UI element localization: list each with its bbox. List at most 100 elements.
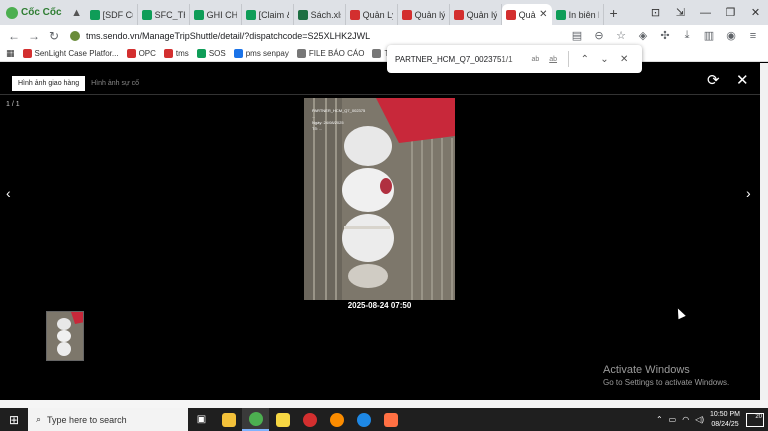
bookmark-item[interactable]: SenLight Case Platfor...: [22, 49, 119, 58]
bookmark-item[interactable]: FILE BÁO CÁO: [296, 49, 365, 58]
coccoc-taskbar-icon[interactable]: [242, 408, 269, 431]
thumbnail[interactable]: [46, 311, 84, 361]
close-window-button[interactable]: ✕: [743, 6, 768, 19]
browser-tab[interactable]: In biên b: [552, 4, 604, 25]
browser-logo-text: Cốc Cốc: [21, 7, 62, 18]
whole-word-button[interactable]: ab: [544, 56, 562, 63]
bookmark-label: FILE BÁO CÁO: [308, 49, 365, 58]
extensions-icon[interactable]: ✣: [656, 29, 674, 42]
bookmark-item[interactable]: SOS: [196, 49, 226, 58]
browser-tab[interactable]: SFC_THE: [138, 4, 190, 25]
tab-label: In biên b: [568, 9, 599, 20]
bookmarks-list: SenLight Case Platfor... OPC tms SOS pms sen…: [22, 49, 448, 58]
toolbar-actions: ▤ ⊖ ☆ ◈ ✣ ⤓ ▥ ◉ ≡: [568, 29, 768, 42]
browser-tab[interactable]: [SDF Cu: [86, 4, 138, 25]
bookmark-favicon-icon: [296, 49, 306, 58]
viewer-close-icon[interactable]: ✕: [736, 71, 749, 89]
tab-favicon-icon: [141, 9, 152, 20]
bookmark-item[interactable]: pms senpay: [233, 49, 289, 58]
notification-count: 20: [755, 413, 762, 420]
find-input[interactable]: PARTNER_HCM_Q7_002375: [395, 55, 501, 64]
taskbar-search[interactable]: ⌕ Type here to search: [28, 408, 188, 431]
app-fire-icon[interactable]: [377, 408, 404, 431]
app-orange-icon[interactable]: [323, 408, 350, 431]
tray-chevron-icon[interactable]: ⌃: [656, 415, 663, 424]
tab-favicon-icon: [193, 9, 204, 20]
browser-tab[interactable]: GHI CHI: [190, 4, 242, 25]
notification-icon[interactable]: 20: [746, 412, 764, 427]
task-view-icon[interactable]: ▣: [188, 408, 215, 431]
tab-favicon-icon: [245, 9, 256, 20]
reload-button[interactable]: ↻: [44, 29, 64, 43]
volume-icon[interactable]: ◁): [695, 415, 704, 424]
address-bar[interactable]: tms.sendo.vn/ManageTripShuttle/detail/?d…: [70, 26, 550, 45]
tab-search-icon[interactable]: ⊡: [643, 6, 668, 19]
bookmark-favicon-icon: [126, 49, 136, 58]
find-prev-icon[interactable]: ⌃: [575, 54, 595, 65]
next-image-icon[interactable]: ›: [746, 185, 751, 201]
window-controls: ⊡ ⇲ — ❐ ✕: [643, 6, 768, 20]
system-tray: ⌃ ▭ ◠ ◁) 10:50 PM 08/24/25 20: [656, 410, 768, 430]
app-red-icon[interactable]: [296, 408, 323, 431]
page-action-icon[interactable]: ▤: [568, 29, 586, 42]
sidebar-icon[interactable]: ▥: [700, 29, 718, 42]
browser-logo[interactable]: Cốc Cốc: [0, 0, 68, 25]
page-scrollbar[interactable]: [760, 63, 768, 400]
network-icon[interactable]: ▭: [669, 415, 677, 424]
tab-close-icon[interactable]: ✕: [539, 9, 547, 20]
url-text: tms.sendo.vn/ManageTripShuttle/detail/?d…: [86, 30, 371, 41]
browser-tab[interactable]: Quản lý: [450, 4, 502, 25]
rotate-icon[interactable]: ⟳: [707, 71, 720, 89]
tab-favicon-icon: [453, 9, 464, 20]
bookmark-item[interactable]: tms: [163, 49, 189, 58]
zoom-icon[interactable]: ⊖: [590, 29, 608, 42]
bookmark-favicon-icon: [233, 49, 243, 58]
browser-tab[interactable]: Quản lý: [398, 4, 450, 25]
find-next-icon[interactable]: ⌄: [595, 54, 615, 65]
bookmark-label: tms: [175, 49, 189, 58]
menu-icon[interactable]: ≡: [744, 30, 762, 42]
image-counter: 1 / 1: [6, 101, 20, 108]
wifi-icon[interactable]: ◠: [682, 415, 689, 424]
maximize-button[interactable]: ❐: [718, 6, 743, 19]
tab-label: Quản lý: [414, 9, 445, 20]
bookmark-star-icon[interactable]: ☆: [612, 29, 630, 42]
tab-incident-images[interactable]: Hình ảnh sự cố: [85, 76, 145, 91]
new-tab-button[interactable]: +: [604, 5, 624, 21]
tab-label: GHI CHI: [206, 9, 237, 20]
bookmark-label: pms senpay: [245, 49, 289, 58]
downloads-icon[interactable]: ⤓: [678, 29, 696, 42]
file-explorer-icon[interactable]: [215, 408, 242, 431]
drive-icon[interactable]: ▲: [68, 4, 86, 22]
taskbar-clock[interactable]: 10:50 PM 08/24/25: [710, 410, 740, 430]
match-case-button[interactable]: ab: [527, 56, 545, 63]
bookmark-item[interactable]: OPC: [126, 49, 156, 58]
site-info-icon[interactable]: [70, 30, 80, 41]
edge-icon[interactable]: [350, 408, 377, 431]
apps-grid-icon[interactable]: ▦: [6, 48, 15, 59]
tab-label: SFC_THE: [154, 9, 185, 20]
photo-timestamp: 2025-08-24 07:50: [347, 301, 412, 310]
back-button[interactable]: ←: [4, 29, 24, 43]
browser-tab[interactable]: Sách.xls: [294, 4, 346, 25]
start-button[interactable]: ⊞: [0, 413, 28, 427]
tab-delivery-images[interactable]: Hình ảnh giao hàng: [12, 76, 86, 91]
browser-tab[interactable]: Quả ✕: [501, 4, 552, 25]
delivery-photo: PARTNER_HCM_Q7_002375 ... Ngày: 24/08/20…: [304, 98, 455, 300]
photo-stamp-line: PARTNER_HCM_Q7_002375: [312, 108, 366, 113]
sticky-notes-icon[interactable]: [269, 408, 296, 431]
browser-tab[interactable]: Quản Lý: [346, 4, 398, 25]
tab-label: [Claim &: [258, 9, 289, 20]
find-close-icon[interactable]: ✕: [614, 54, 634, 65]
forward-button[interactable]: →: [24, 29, 44, 43]
minimize-button[interactable]: —: [693, 7, 718, 19]
tab-favicon-icon: [349, 9, 360, 20]
find-bar: PARTNER_HCM_Q7_002375 1/1 ab ab ⌃ ⌄ ✕: [387, 45, 642, 73]
prev-image-icon[interactable]: ‹: [6, 185, 11, 201]
bookmark-favicon-icon: [196, 49, 206, 58]
profile-icon[interactable]: ◉: [722, 29, 740, 42]
shield-icon[interactable]: ◈: [634, 29, 652, 42]
browser-tab[interactable]: [Claim &: [242, 4, 294, 25]
download-menu-icon[interactable]: ⇲: [668, 6, 693, 19]
browser-tab-bar: Cốc Cốc ▲ [SDF Cu SFC_THE GHI CHI [Claim & S…: [0, 0, 768, 25]
